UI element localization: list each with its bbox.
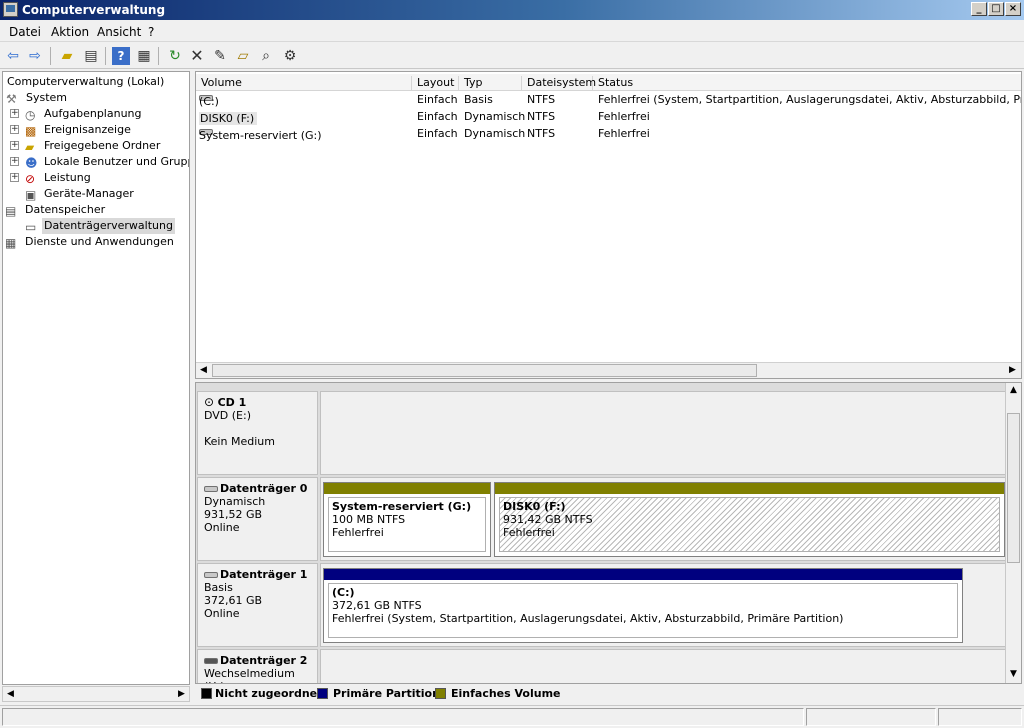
maximize-button[interactable]: □ xyxy=(988,2,1004,16)
volume-list-horizontal-scrollbar[interactable]: ◀ ▶ xyxy=(196,362,1021,378)
scroll-left-arrow-icon[interactable]: ◀ xyxy=(196,363,211,377)
cd-drive-icon: ⊙ xyxy=(204,395,215,409)
tree-item-leistung[interactable]: + ⊘ Leistung xyxy=(7,170,187,186)
toolbar: ⇦ ⇨ ▰ ▤ ? ▦ ↻ ✕ ✎ ▱ ⌕ ⚙ xyxy=(0,43,1024,69)
title-bar: Computerverwaltung _ □ × xyxy=(0,0,1024,20)
open-folder-icon[interactable]: ▱ xyxy=(234,47,252,65)
menu-bar: Datei Aktion Ansicht ? xyxy=(0,20,1024,42)
scroll-right-arrow-icon[interactable]: ▶ xyxy=(174,687,189,701)
back-arrow-icon[interactable]: ⇦ xyxy=(4,47,22,65)
removable-disk-icon xyxy=(204,658,218,664)
volume-list: Volume Layout Typ Dateisystem Status (C:… xyxy=(195,71,1022,379)
expand-icon[interactable]: + xyxy=(10,173,19,182)
edit-icon[interactable]: ✎ xyxy=(211,47,229,65)
search-icon[interactable]: ⌕ xyxy=(257,47,275,65)
partition-system-reserviert[interactable]: System-reserviert (G:) 100 MB NTFS Fehle… xyxy=(323,482,491,557)
volume-list-header: Volume Layout Typ Dateisystem Status xyxy=(196,74,1021,91)
disk-icon xyxy=(204,486,218,492)
clock-icon: ◷ xyxy=(25,108,36,122)
scroll-down-arrow-icon[interactable]: ▼ xyxy=(1006,667,1021,681)
menu-aktion[interactable]: Aktion xyxy=(51,25,89,39)
event-viewer-icon: ▩ xyxy=(25,124,37,138)
shared-folder-icon: ▰ xyxy=(25,140,35,154)
show-hide-tree-icon[interactable]: ▤ xyxy=(82,47,100,65)
minimize-button[interactable]: _ xyxy=(971,2,987,16)
menu-help[interactable]: ? xyxy=(148,25,154,39)
scroll-up-arrow-icon[interactable]: ▲ xyxy=(1006,383,1021,397)
storage-icon: ▤ xyxy=(5,204,17,218)
menu-ansicht[interactable]: Ansicht xyxy=(97,25,141,39)
scroll-right-arrow-icon[interactable]: ▶ xyxy=(1005,363,1020,377)
disk-management-icon: ▭ xyxy=(25,220,37,234)
tree-item-aufgabenplanung[interactable]: + ◷ Aufgabenplanung xyxy=(7,106,187,122)
expand-icon[interactable]: + xyxy=(10,141,19,150)
tree-horizontal-scrollbar[interactable]: ◀ ▶ xyxy=(2,686,190,702)
column-layout[interactable]: Layout xyxy=(412,76,459,91)
disk-label-datentraeger-1[interactable]: Datenträger 1 Basis 372,61 GB Online xyxy=(197,563,318,647)
legend-swatch-simple-volume xyxy=(435,688,446,699)
disk-label-datentraeger-0[interactable]: Datenträger 0 Dynamisch 931,52 GB Online xyxy=(197,477,318,561)
column-volume[interactable]: Volume xyxy=(196,76,412,91)
tree-item-lokale-benutzer[interactable]: + ☻ Lokale Benutzer und Gruppen xyxy=(7,154,189,170)
users-icon: ☻ xyxy=(25,156,38,170)
table-row[interactable]: (C:) Einfach Basis NTFS Fehlerfrei (Syst… xyxy=(196,91,1021,108)
disk-graphical-view: ⊙ CD 1 DVD (E:) Kein Medium Datenträger … xyxy=(195,382,1022,684)
settings-icon[interactable]: ⚙ xyxy=(281,47,299,65)
tools-icon: ⚒ xyxy=(6,92,17,106)
services-icon: ▦ xyxy=(5,236,17,250)
up-folder-icon[interactable]: ▰ xyxy=(58,47,76,65)
device-manager-icon: ▣ xyxy=(25,188,37,202)
table-row[interactable]: DISK0 (F:) Einfach Dynamisch NTFS Fehler… xyxy=(196,108,1021,125)
disk-lane-datentraeger-2 xyxy=(320,649,1006,683)
expand-icon[interactable]: + xyxy=(10,109,19,118)
performance-icon: ⊘ xyxy=(25,172,36,186)
column-status[interactable]: Status xyxy=(593,76,1021,91)
disk-lane-datentraeger-0: System-reserviert (G:) 100 MB NTFS Fehle… xyxy=(320,477,1006,561)
navigation-tree: Computerverwaltung (Lokal) ⚒ System + ◷ … xyxy=(2,71,190,685)
disk-label-datentraeger-2[interactable]: Datenträger 2 Wechselmedium (H:) xyxy=(197,649,318,683)
help-icon[interactable]: ? xyxy=(112,47,130,65)
tree-item-geraete-manager[interactable]: ▣ Geräte-Manager xyxy=(7,186,187,202)
column-typ[interactable]: Typ xyxy=(459,76,522,91)
disk-view-vertical-scrollbar[interactable]: ▲ ▼ xyxy=(1005,383,1021,683)
scrollbar-thumb[interactable] xyxy=(1007,413,1020,563)
menu-datei[interactable]: Datei xyxy=(9,25,41,39)
forward-arrow-icon[interactable]: ⇨ xyxy=(26,47,44,65)
close-button[interactable]: × xyxy=(1005,2,1021,16)
computer-management-icon xyxy=(3,2,18,17)
tree-item-freigegebene-ordner[interactable]: + ▰ Freigegebene Ordner xyxy=(7,138,187,154)
status-bar xyxy=(0,705,1024,728)
column-dateisystem[interactable]: Dateisystem xyxy=(522,76,596,91)
disk-lane-cd1 xyxy=(320,391,1006,475)
partition-c[interactable]: (C:) 372,61 GB NTFS Fehlerfrei (System, … xyxy=(323,568,963,643)
refresh-icon[interactable]: ↻ xyxy=(166,47,184,65)
legend-swatch-unallocated xyxy=(201,688,212,699)
expand-icon[interactable]: + xyxy=(10,157,19,166)
scroll-left-arrow-icon[interactable]: ◀ xyxy=(3,687,18,701)
disk-label-cd1[interactable]: ⊙ CD 1 DVD (E:) Kein Medium xyxy=(197,391,318,475)
legend-swatch-primary xyxy=(317,688,328,699)
tree-item-ereignisanzeige[interactable]: + ▩ Ereignisanzeige xyxy=(7,122,187,138)
window-title: Computerverwaltung xyxy=(22,3,166,17)
expand-icon[interactable]: + xyxy=(10,125,19,134)
table-row[interactable]: System-reserviert (G:) Einfach Dynamisch… xyxy=(196,125,1021,142)
partition-disk0[interactable]: DISK0 (F:) 931,42 GB NTFS Fehlerfrei xyxy=(494,482,1005,557)
disk-lane-datentraeger-1: (C:) 372,61 GB NTFS Fehlerfrei (System, … xyxy=(320,563,1006,647)
disk-icon xyxy=(204,572,218,578)
properties-icon[interactable]: ▦ xyxy=(135,47,153,65)
legend: Nicht zugeordnet Primäre Partition Einfa… xyxy=(195,685,1022,701)
delete-icon[interactable]: ✕ xyxy=(188,47,206,65)
scrollbar-thumb[interactable] xyxy=(212,364,757,377)
